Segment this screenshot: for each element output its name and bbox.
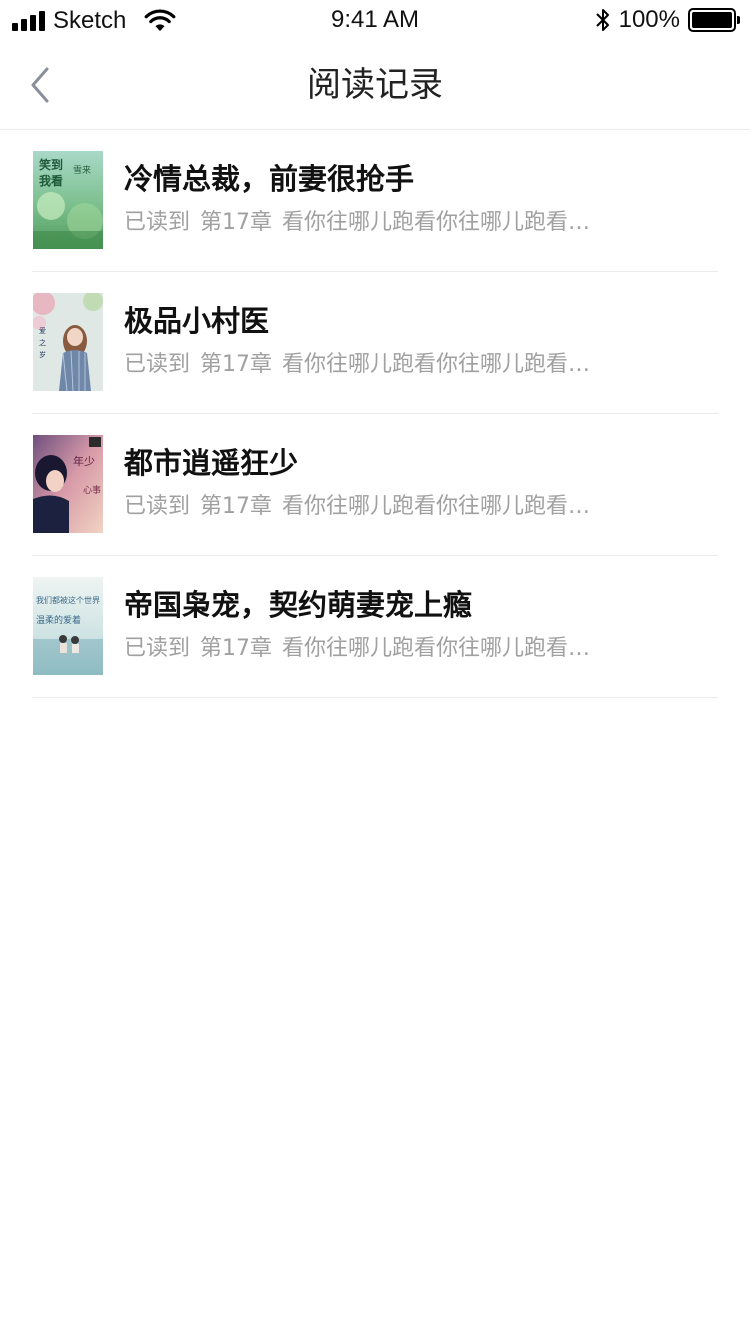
chapter-excerpt: 看你往哪儿跑看你往哪儿跑看你往哪儿跑	[282, 210, 604, 235]
book-cover: 我们都被这个世界 温柔的爱着	[33, 577, 103, 675]
read-label: 已读到	[124, 636, 191, 661]
svg-text:我们都被这个世界: 我们都被这个世界	[36, 595, 100, 605]
chapter-excerpt: 看你往哪儿跑看你往哪儿跑看你往哪儿跑	[282, 494, 604, 519]
book-cover: 爱 之 岁	[33, 293, 103, 391]
svg-text:之: 之	[39, 338, 46, 347]
reading-progress: 已读到第17章看你往哪儿跑看你往哪儿跑看你往哪儿跑	[124, 350, 604, 380]
bluetooth-icon	[595, 9, 609, 31]
svg-text:年少: 年少	[73, 454, 95, 468]
nav-bar: 阅读记录	[0, 40, 750, 130]
chapter-label: 第17章	[200, 494, 273, 519]
read-label: 已读到	[124, 210, 191, 235]
chapter-label: 第17章	[200, 210, 273, 235]
status-right: 100%	[595, 6, 740, 33]
reading-progress: 已读到第17章看你往哪儿跑看你往哪儿跑看你往哪儿跑	[124, 492, 604, 522]
list-item[interactable]: 我们都被这个世界 温柔的爱着 帝国枭宠，契约萌妻宠上瘾 已读到 第17章 看你往哪儿…	[32, 556, 718, 698]
book-title: 都市逍遥狂少	[124, 446, 299, 480]
svg-text:岁: 岁	[39, 350, 46, 359]
reading-progress: 已读到第17章看你往哪儿跑看你往哪儿跑看你往哪儿跑	[124, 634, 604, 664]
read-label: 已读到	[124, 494, 191, 519]
book-title: 冷情总裁，前妻很抢手	[124, 162, 415, 196]
book-title: 帝国枭宠，契约萌妻宠上瘾	[124, 588, 473, 622]
page-title: 阅读记录	[307, 65, 443, 105]
list-item[interactable]: 爱 之 岁 极品小村医 已读到第17章看你往哪儿跑看你往哪儿跑看你往哪儿跑	[32, 272, 718, 414]
chapter-excerpt: 看你往哪儿跑看你往哪儿跑看你往哪儿跑	[282, 352, 604, 377]
chapter-label: 第17章	[200, 352, 273, 377]
book-cover: 年少 心事	[33, 435, 103, 533]
svg-text:笑到: 笑到	[39, 157, 63, 172]
status-bar: Sketch 9:41 AM 100%	[0, 0, 750, 40]
read-label: 已读到	[124, 352, 191, 377]
svg-text:我看: 我看	[39, 173, 63, 188]
svg-text:心事: 心事	[83, 484, 101, 496]
book-cover: 笑到 我看 雪来	[33, 151, 103, 249]
list-item[interactable]: 年少 心事 都市逍遥狂少 已读到第17章看你往哪儿跑看你往哪儿跑看你往哪儿跑	[32, 414, 718, 556]
book-title: 极品小村医	[124, 304, 270, 338]
reading-progress: 已读到第17章看你往哪儿跑看你往哪儿跑看你往哪儿跑	[124, 208, 604, 238]
chapter-excerpt: 看你往哪儿跑看你往哪儿跑看你往哪儿跑	[282, 636, 604, 661]
chapter-label: 第17章	[200, 636, 273, 661]
battery-percentage: 100%	[618, 6, 680, 33]
reading-history-list: 笑到 我看 雪来 冷情总裁，前妻很抢手 已读到 第17章 看你往哪儿跑看你往哪儿跑看…	[32, 130, 718, 698]
list-item[interactable]: 笑到 我看 雪来 冷情总裁，前妻很抢手 已读到 第17章 看你往哪儿跑看你往哪儿跑看…	[32, 130, 718, 272]
svg-text:爱: 爱	[39, 327, 46, 335]
battery-icon	[688, 8, 740, 32]
svg-text:温柔的爱着: 温柔的爱着	[36, 614, 81, 626]
svg-text:雪来: 雪来	[73, 165, 91, 176]
